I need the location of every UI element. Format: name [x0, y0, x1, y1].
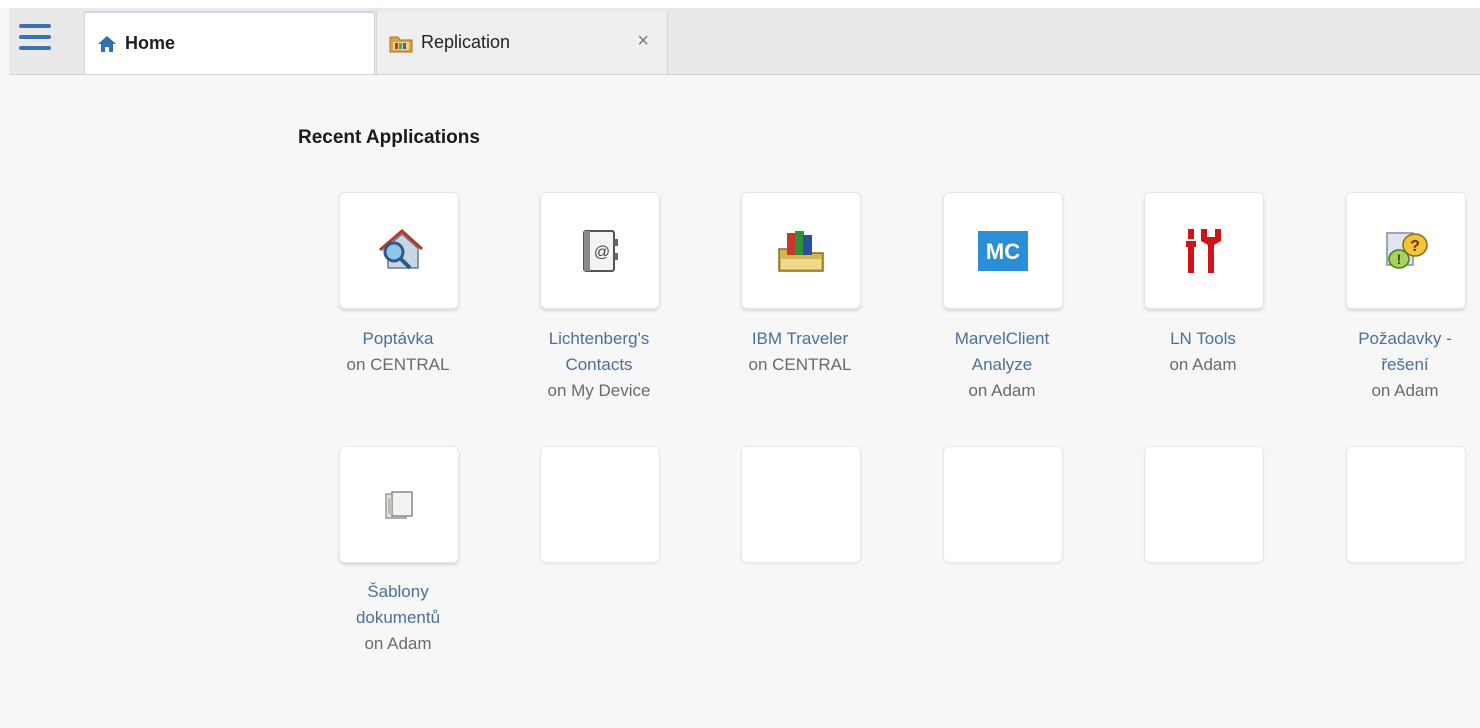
section-title: Recent Applications: [298, 127, 480, 148]
svg-text:?: ?: [1410, 238, 1420, 255]
app-label-poptavka[interactable]: Poptávka on CENTRAL: [318, 326, 478, 378]
tools-icon: [1186, 228, 1221, 273]
magnifier-house-icon: [379, 228, 424, 269]
tab-bar: Home Replication ×: [9, 8, 1480, 75]
app-location: on CENTRAL: [346, 355, 450, 374]
traveler-icon: [778, 230, 824, 272]
folder-icon: [389, 36, 413, 52]
app-tile-marvelclient[interactable]: MC: [943, 192, 1063, 309]
app-tile-poptavka[interactable]: [339, 192, 459, 309]
app-tile-sablony[interactable]: [339, 446, 459, 563]
mc-icon: MC: [978, 230, 1028, 271]
window-top-strip: [0, 0, 1480, 8]
svg-text:@: @: [594, 244, 610, 261]
app-label-contacts[interactable]: Lichtenberg's Contacts on My Device: [519, 326, 679, 404]
requests-icon: ? !: [1386, 231, 1428, 269]
app-name: Šablony: [367, 582, 429, 601]
app-location: on My Device: [547, 381, 651, 400]
app-tile-pozadavky[interactable]: ? !: [1346, 192, 1466, 309]
app-label-marvelclient[interactable]: MarvelClient Analyze on Adam: [922, 326, 1082, 404]
app-location: on Adam: [1169, 355, 1237, 374]
app-name-line2: řešení: [1381, 355, 1429, 374]
empty-app-slot: [1144, 446, 1264, 563]
app-label-traveler[interactable]: IBM Traveler on CENTRAL: [720, 326, 880, 378]
home-icon: [98, 35, 116, 52]
app-name-line2: Analyze: [971, 355, 1033, 374]
app-name: Lichtenberg's: [548, 329, 650, 348]
tab-replication-label: Replication: [421, 32, 511, 52]
menu-line-icon: [19, 35, 51, 39]
app-label-lntools[interactable]: LN Tools on Adam: [1123, 326, 1283, 378]
app-label-sablony[interactable]: Šablony dokumentů on Adam: [318, 579, 478, 657]
app-name-line2: dokumentů: [355, 608, 441, 627]
hamburger-menu-button[interactable]: [19, 24, 55, 56]
app-name: IBM Traveler: [751, 329, 849, 348]
tab-replication[interactable]: Replication ×: [376, 11, 668, 74]
menu-line-icon: [19, 46, 51, 50]
app-tile-contacts[interactable]: @: [540, 192, 660, 309]
empty-app-slot: [943, 446, 1063, 563]
menu-line-icon: [19, 24, 51, 28]
address-book-icon: @: [583, 229, 618, 272]
app-name-line2: Contacts: [565, 355, 633, 374]
app-name: Požadavky -: [1358, 329, 1452, 348]
app-label-pozadavky[interactable]: Požadavky - řešení on Adam: [1325, 326, 1480, 404]
template-icon: [385, 490, 413, 519]
tab-home[interactable]: Home: [84, 11, 375, 74]
app-tile-lntools[interactable]: [1144, 192, 1264, 309]
empty-app-slot: [1346, 446, 1466, 563]
app-name: LN Tools: [1170, 329, 1236, 348]
close-tab-button[interactable]: ×: [637, 30, 649, 53]
empty-app-slot: [540, 446, 660, 563]
app-tile-traveler[interactable]: [741, 192, 861, 309]
empty-app-slot: [741, 446, 861, 563]
app-name: Poptávka: [362, 329, 434, 348]
app-location: on Adam: [364, 634, 432, 653]
app-location: on Adam: [968, 381, 1036, 400]
tab-home-label: Home: [125, 33, 176, 53]
svg-text:MC: MC: [986, 239, 1020, 264]
svg-text:!: !: [1397, 251, 1402, 267]
app-location: on CENTRAL: [748, 355, 852, 374]
app-location: on Adam: [1371, 381, 1439, 400]
app-name: MarvelClient: [954, 329, 1050, 348]
